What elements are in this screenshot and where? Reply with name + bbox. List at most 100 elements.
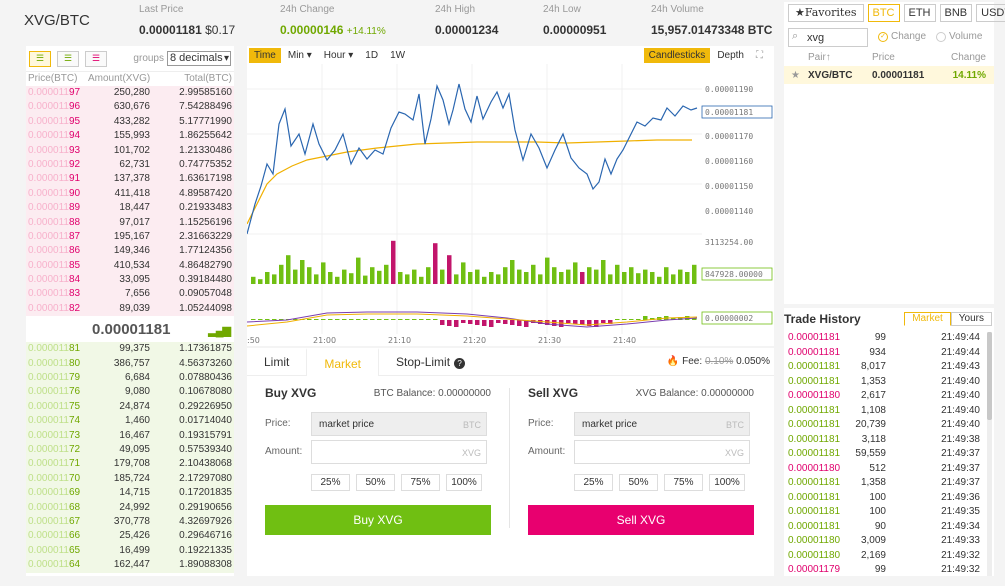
ask-row[interactable]: 0.00001187 195,167 2.31663229 <box>26 229 234 245</box>
sell-25-button[interactable]: 25% <box>574 474 613 491</box>
bid-row[interactable]: 0.00001174 1,460 0.01714040 <box>26 414 234 429</box>
volume-bar <box>412 269 417 284</box>
interval-min-dropdown[interactable]: Min ▾ <box>283 48 317 63</box>
bid-row[interactable]: 0.00001175 24,874 0.29226950 <box>26 399 234 415</box>
info-icon[interactable]: ? <box>454 357 466 369</box>
buy-50-button[interactable]: 50% <box>356 474 395 491</box>
interval-1w-button[interactable]: 1W <box>385 48 410 63</box>
sell-100-button[interactable]: 100% <box>709 474 745 491</box>
price-tick: 0.00001150 <box>705 182 753 191</box>
trade-amount: 8,017 <box>860 361 886 372</box>
tab-favorites[interactable]: ★Favorites <box>788 4 864 22</box>
sell-75-button[interactable]: 75% <box>664 474 703 491</box>
radio-change[interactable]: ✓ Change <box>878 31 926 42</box>
price-chart[interactable]: Time Min ▾ Hour ▾ 1D 1W Candlesticks Dep… <box>247 46 774 346</box>
macd-bar <box>370 319 375 320</box>
scrollbar-thumb[interactable] <box>987 332 992 420</box>
buy-100-button[interactable]: 100% <box>446 474 482 491</box>
history-scrollbar[interactable] <box>987 332 992 576</box>
ask-row[interactable]: 0.00001190 411,418 4.89587420 <box>26 186 234 202</box>
interval-hour-dropdown[interactable]: Hour ▾ <box>319 48 358 63</box>
ask-row[interactable]: 0.00001195 433,282 5.17771990 <box>26 114 234 130</box>
sell-button[interactable]: Sell XVG <box>528 505 754 535</box>
view-bids-button[interactable]: ☰ <box>57 50 79 67</box>
order-amount: 24,992 <box>119 501 150 513</box>
chart-canvas[interactable]: 0.00001190 0.00001181 0.00001170 0.00001… <box>247 64 774 346</box>
ask-row[interactable]: 0.00001183 7,656 0.09057048 <box>26 287 234 302</box>
trade-price: 0.00001181 <box>788 448 841 459</box>
sell-amount-input[interactable]: XVG <box>574 440 750 464</box>
time-axis: :50 21:00 21:10 21:20 21:30 21:40 <box>247 336 636 345</box>
radio-volume[interactable]: Volume <box>936 31 982 42</box>
ask-row[interactable]: 0.00001189 18,447 0.21933483 <box>26 201 234 216</box>
bid-row[interactable]: 0.00001173 16,467 0.19315791 <box>26 428 234 443</box>
volume-bar <box>594 269 599 284</box>
tab-eth[interactable]: ETH <box>903 4 936 22</box>
interval-1d-button[interactable]: 1D <box>360 48 383 63</box>
buy-button[interactable]: Buy XVG <box>265 505 491 535</box>
decimals-select[interactable]: 8 decimals <box>167 51 231 66</box>
price-suffix: 85 <box>68 259 81 271</box>
ask-row[interactable]: 0.00001182 89,039 1.05244098 <box>26 301 234 317</box>
sell-price-input[interactable]: market price BTC <box>574 412 750 436</box>
tab-usdt[interactable]: USDT <box>976 4 1005 22</box>
bid-row[interactable]: 0.00001170 185,724 2.17297080 <box>26 471 234 487</box>
tab-bnb[interactable]: BNB <box>939 4 973 22</box>
bid-row[interactable]: 0.00001165 16,499 0.19221335 <box>26 543 234 559</box>
tab-market[interactable]: Market <box>306 347 380 376</box>
trade-row: 0.00001181 20,739 21:49:40 <box>784 418 984 433</box>
tab-btc[interactable]: BTC <box>867 4 900 22</box>
bid-row[interactable]: 0.00001168 24,992 0.29190656 <box>26 500 234 515</box>
order-price: 0.00001197 <box>28 86 88 100</box>
tab-limit[interactable]: Limit <box>247 348 306 376</box>
tab-stop-limit[interactable]: Stop-Limit? <box>379 348 482 376</box>
stat-label: Last Price <box>139 4 184 15</box>
col-pair[interactable]: Pair↑ <box>808 52 831 63</box>
bid-row[interactable]: 0.00001179 6,684 0.07880436 <box>26 371 234 386</box>
market-row[interactable]: ★ XVG/BTC 0.00001181 14.11% <box>784 66 994 84</box>
bid-row[interactable]: 0.00001181 99,375 1.17361875 <box>26 342 234 357</box>
ask-row[interactable]: 0.00001197 250,280 2.99585160 <box>26 86 234 101</box>
sell-50-button[interactable]: 50% <box>619 474 658 491</box>
market-search-input[interactable]: ⌕ xvg <box>788 28 868 47</box>
buy-75-button[interactable]: 75% <box>401 474 440 491</box>
star-icon[interactable]: ★ <box>791 70 800 81</box>
interval-time-button[interactable]: Time <box>249 47 281 63</box>
bid-row[interactable]: 0.00001171 179,708 2.10438068 <box>26 457 234 472</box>
ask-row[interactable]: 0.00001193 101,702 1.21330486 <box>26 143 234 158</box>
tab-market-trades[interactable]: Market <box>904 312 951 326</box>
candlesticks-button[interactable]: Candlesticks <box>643 47 711 63</box>
tab-your-trades[interactable]: Yours <box>950 312 992 326</box>
col-change[interactable]: Change <box>951 52 986 63</box>
ask-row[interactable]: 0.00001184 33,095 0.39184480 <box>26 273 234 288</box>
buy-25-button[interactable]: 25% <box>311 474 350 491</box>
volume-bar <box>622 272 627 284</box>
buy-price-input[interactable]: market price BTC <box>311 412 487 436</box>
ask-row[interactable]: 0.00001186 149,346 1.77124356 <box>26 244 234 259</box>
bid-row[interactable]: 0.00001164 162,447 1.89088308 <box>26 558 234 573</box>
ask-row[interactable]: 0.00001185 410,534 4.86482790 <box>26 258 234 274</box>
bid-row[interactable]: 0.00001180 386,757 4.56373260 <box>26 356 234 372</box>
sell-price-field: Price: market price BTC <box>528 412 754 436</box>
view-both-button[interactable]: ☰ <box>29 50 51 67</box>
ask-row[interactable]: 0.00001192 62,731 0.74775352 <box>26 157 234 173</box>
bid-row[interactable]: 0.00001172 49,095 0.57539340 <box>26 442 234 458</box>
bid-row[interactable]: 0.00001166 25,426 0.29646716 <box>26 529 234 544</box>
ask-row[interactable]: 0.00001188 97,017 1.15256196 <box>26 215 234 230</box>
price-prefix: 0.000011 <box>28 443 69 455</box>
ask-row[interactable]: 0.00001194 155,993 1.86255642 <box>26 129 234 144</box>
buy-amount-input[interactable]: XVG <box>311 440 487 464</box>
bid-row[interactable]: 0.00001167 370,778 4.32697926 <box>26 514 234 530</box>
col-price[interactable]: Price <box>872 52 895 63</box>
order-price: 0.00001181 <box>28 342 88 356</box>
trade-price: 0.00001181 <box>788 433 841 445</box>
ticker-header: XVG/BTC Last Price 0.00001181 $0.17 24h … <box>0 0 778 40</box>
fullscreen-icon[interactable]: ⛶ <box>751 48 768 63</box>
bid-row[interactable]: 0.00001169 14,715 0.17201835 <box>26 486 234 501</box>
order-form: Limit Market Stop-Limit? 🔥 Fee: 0.10% 0.… <box>247 347 774 576</box>
bid-row[interactable]: 0.00001176 9,080 0.10678080 <box>26 385 234 400</box>
ask-row[interactable]: 0.00001196 630,676 7.54288496 <box>26 100 234 115</box>
view-asks-button[interactable]: ☰ <box>85 50 107 67</box>
ask-row[interactable]: 0.00001191 137,378 1.63617198 <box>26 172 234 187</box>
depth-button[interactable]: Depth <box>712 48 749 63</box>
